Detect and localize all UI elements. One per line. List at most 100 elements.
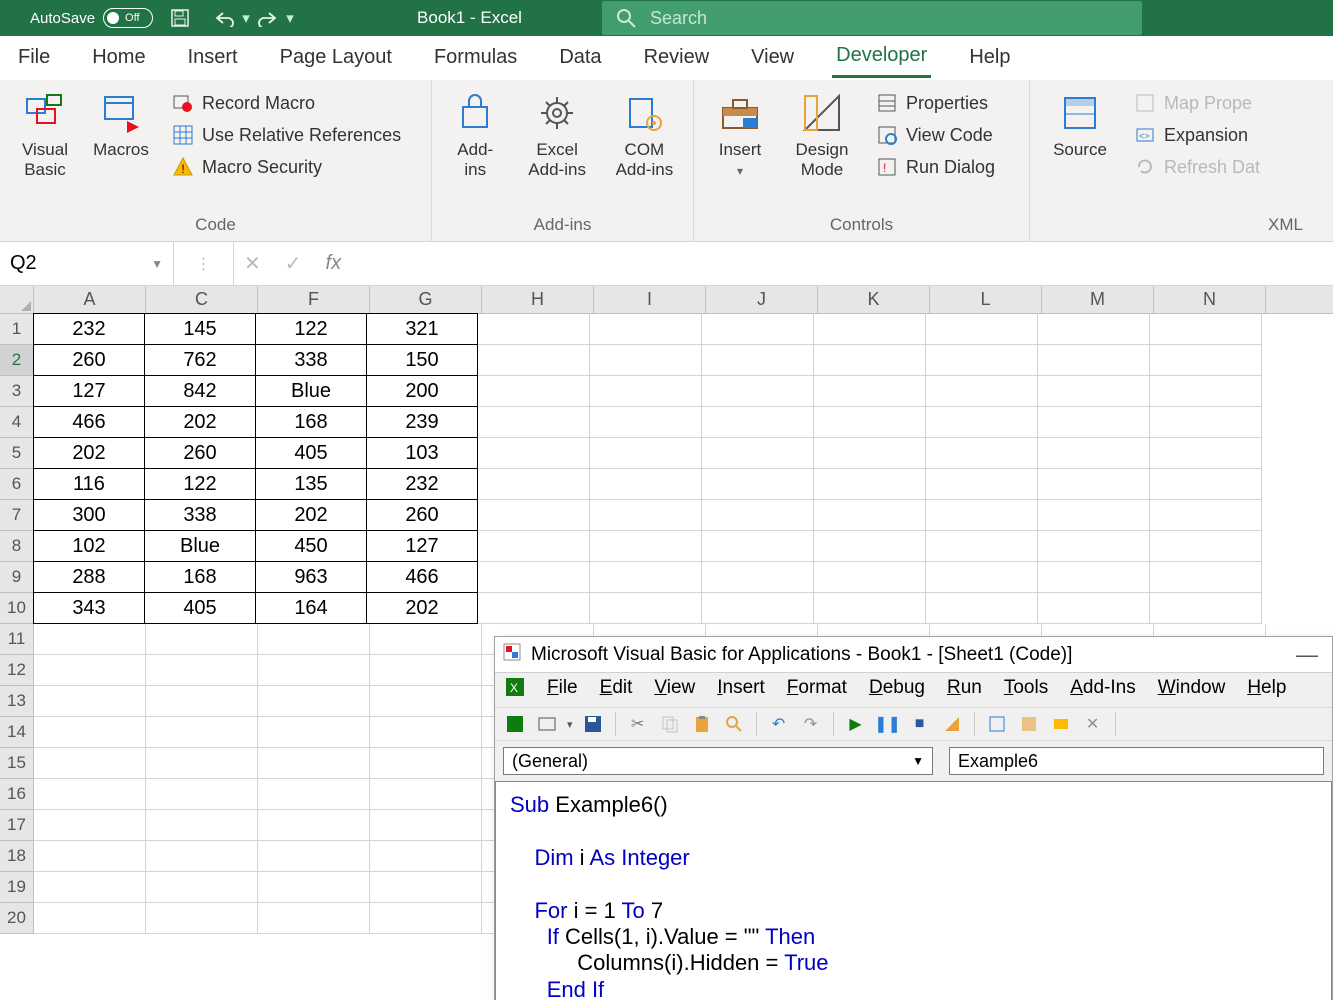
cell[interactable]: [478, 314, 590, 345]
cell[interactable]: [258, 903, 370, 934]
design-mode-icon[interactable]: [940, 712, 964, 736]
vba-menu-help[interactable]: Help: [1247, 677, 1286, 703]
cell[interactable]: [1038, 593, 1150, 624]
cell[interactable]: 150: [366, 344, 478, 376]
refresh-data-button[interactable]: Refresh Dat: [1130, 154, 1264, 180]
cell[interactable]: [590, 562, 702, 593]
column-header[interactable]: M: [1042, 286, 1154, 313]
cell[interactable]: 405: [144, 592, 256, 624]
cell[interactable]: [34, 903, 146, 934]
cell[interactable]: [478, 438, 590, 469]
vba-menu-edit[interactable]: Edit: [600, 677, 633, 703]
macro-security-button[interactable]: ! Macro Security: [168, 154, 405, 180]
row-header[interactable]: 5: [0, 438, 34, 469]
macros-button[interactable]: Macros: [86, 88, 156, 181]
cell[interactable]: 102: [33, 530, 145, 562]
cell[interactable]: 260: [144, 437, 256, 469]
cell[interactable]: [1150, 376, 1262, 407]
cell[interactable]: [1150, 438, 1262, 469]
column-header[interactable]: J: [706, 286, 818, 313]
cell[interactable]: 450: [255, 530, 367, 562]
cell[interactable]: 963: [255, 561, 367, 593]
cell[interactable]: [814, 500, 926, 531]
cell[interactable]: [1150, 469, 1262, 500]
cell[interactable]: [258, 624, 370, 655]
cell[interactable]: [814, 376, 926, 407]
cell[interactable]: [590, 469, 702, 500]
cell[interactable]: [34, 655, 146, 686]
cell[interactable]: [814, 407, 926, 438]
insert-control-button[interactable]: Insert ▾: [704, 88, 776, 181]
cell[interactable]: [926, 438, 1038, 469]
row-header[interactable]: 9: [0, 562, 34, 593]
cell[interactable]: [478, 469, 590, 500]
paste-icon[interactable]: [690, 712, 714, 736]
map-properties-button[interactable]: Map Prope: [1130, 90, 1264, 116]
select-all-corner[interactable]: [0, 286, 34, 313]
row-header[interactable]: 18: [0, 841, 34, 872]
cell[interactable]: [926, 469, 1038, 500]
cell[interactable]: [370, 624, 482, 655]
cell[interactable]: [926, 531, 1038, 562]
row-header[interactable]: 15: [0, 748, 34, 779]
cell[interactable]: [146, 810, 258, 841]
cell[interactable]: 202: [255, 499, 367, 531]
cell[interactable]: 202: [33, 437, 145, 469]
cell[interactable]: [1038, 376, 1150, 407]
run-dialog-button[interactable]: ! Run Dialog: [872, 154, 999, 180]
tab-view[interactable]: View: [747, 40, 798, 77]
cell[interactable]: [146, 903, 258, 934]
cell[interactable]: [1038, 562, 1150, 593]
cell[interactable]: [478, 345, 590, 376]
cell[interactable]: 405: [255, 437, 367, 469]
undo-icon[interactable]: ↶: [767, 712, 791, 736]
cell[interactable]: [926, 593, 1038, 624]
cell[interactable]: [1150, 531, 1262, 562]
cell[interactable]: [478, 376, 590, 407]
cell[interactable]: [258, 841, 370, 872]
undo-icon[interactable]: [209, 3, 239, 33]
cell[interactable]: 232: [366, 468, 478, 500]
row-header[interactable]: 11: [0, 624, 34, 655]
cell[interactable]: [34, 748, 146, 779]
accept-formula-icon[interactable]: ✓: [285, 251, 302, 276]
chevron-down-icon[interactable]: ▼: [151, 257, 163, 271]
vba-menu-file[interactable]: File: [547, 677, 578, 703]
cell[interactable]: [370, 903, 482, 934]
cell[interactable]: 122: [144, 468, 256, 500]
redo-icon[interactable]: [253, 3, 283, 33]
cell[interactable]: [34, 624, 146, 655]
cell[interactable]: 260: [366, 499, 478, 531]
column-header[interactable]: L: [930, 286, 1042, 313]
cell[interactable]: [702, 531, 814, 562]
cell[interactable]: [34, 779, 146, 810]
tab-formulas[interactable]: Formulas: [430, 40, 521, 77]
vba-excel-icon[interactable]: X: [505, 677, 525, 703]
cell[interactable]: [702, 593, 814, 624]
vba-menu-tools[interactable]: Tools: [1004, 677, 1048, 703]
visual-basic-button[interactable]: Visual Basic: [10, 88, 80, 181]
vba-menu-window[interactable]: Window: [1158, 677, 1226, 703]
cell[interactable]: [702, 314, 814, 345]
toolbox-icon[interactable]: ✕: [1081, 712, 1105, 736]
tab-page-layout[interactable]: Page Layout: [276, 40, 396, 77]
excel-addins-button[interactable]: Excel Add-ins: [518, 88, 595, 181]
cell[interactable]: [1038, 531, 1150, 562]
tab-help[interactable]: Help: [965, 40, 1014, 77]
cell[interactable]: 168: [255, 406, 367, 438]
cell[interactable]: [258, 872, 370, 903]
pause-icon[interactable]: ❚❚: [876, 712, 900, 736]
redo-dropdown-icon[interactable]: ▾: [283, 3, 297, 33]
cell[interactable]: 321: [366, 313, 478, 345]
column-header[interactable]: K: [818, 286, 930, 313]
row-header[interactable]: 16: [0, 779, 34, 810]
view-code-button[interactable]: View Code: [872, 122, 999, 148]
properties-window-icon[interactable]: [1017, 712, 1041, 736]
cell[interactable]: [1150, 345, 1262, 376]
cell[interactable]: [1038, 407, 1150, 438]
cell[interactable]: [702, 469, 814, 500]
properties-button[interactable]: Properties: [872, 90, 999, 116]
cell[interactable]: 842: [144, 375, 256, 407]
row-header[interactable]: 14: [0, 717, 34, 748]
row-header[interactable]: 1: [0, 314, 34, 345]
